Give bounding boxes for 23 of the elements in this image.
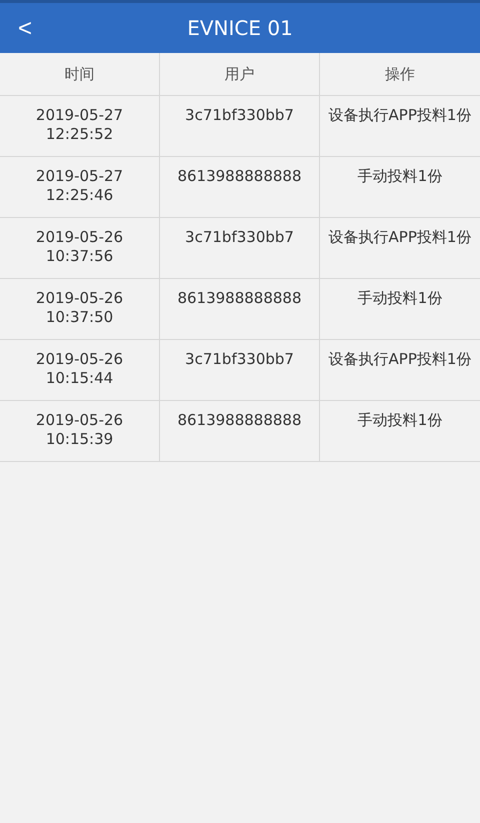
table-cell-text: 2019-05-26 10:15:39 <box>34 411 124 450</box>
back-button[interactable]: < <box>14 11 36 47</box>
table-cell-text: 8613988888888 <box>177 411 302 431</box>
page-title: EVNICE 01 <box>187 15 293 42</box>
table-cell-text: 3c71bf330bb7 <box>185 106 294 126</box>
table-cell-text: 3c71bf330bb7 <box>185 228 294 248</box>
table-cell-text: 手动投料1份 <box>358 289 442 309</box>
table-cell-text: 8613988888888 <box>177 167 302 187</box>
column-header: 时间 <box>0 53 160 95</box>
table-cell-text: 手动投料1份 <box>358 167 442 187</box>
table-cell-text: 设备执行APP投料1份 <box>328 228 472 248</box>
column-header: 操作 <box>384 64 416 85</box>
table-cell-text: 2019-05-26 10:15:44 <box>34 350 124 389</box>
table-cell-text: 2019-05-27 12:25:52 <box>34 106 124 145</box>
table-cell-text: 3c71bf330bb7 <box>185 350 294 370</box>
table-cell-text: 设备执行APP投料1份 <box>328 350 472 370</box>
table-cell-text: 2019-05-26 10:37:50 <box>34 289 124 328</box>
table-cell-text: 2019-05-26 10:37:56 <box>34 228 124 267</box>
table-cell-text: 设备执行APP投料1份 <box>328 106 472 126</box>
table-cell-text: 8613988888888 <box>177 289 302 309</box>
table-cell-text: 2019-05-27 12:25:46 <box>34 167 124 206</box>
table-cell-text: 手动投料1份 <box>358 411 442 431</box>
column-header: 用户 <box>160 53 320 95</box>
